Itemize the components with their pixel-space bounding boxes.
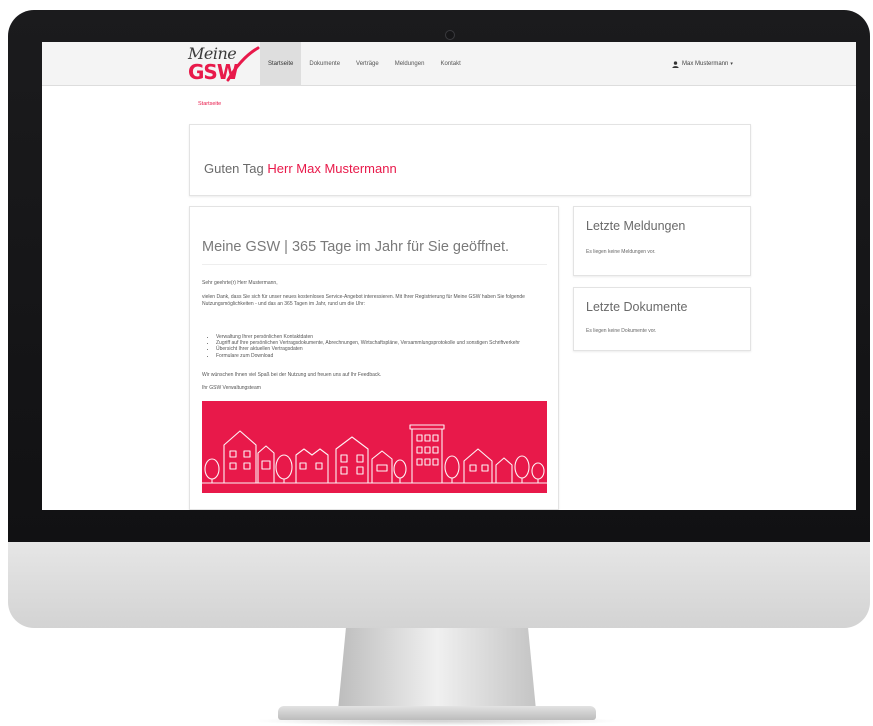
greeting-user-name: Herr Max Mustermann <box>267 161 397 176</box>
main-title: Meine GSW | 365 Tage im Jahr für Sie geö… <box>202 239 510 255</box>
caret-down-icon: ▾ <box>730 61 733 67</box>
latest-documents-panel: Letzte Dokumente Es liegen keine Dokumen… <box>573 287 751 351</box>
main-nav: Startseite Dokumente Verträge Meldungen … <box>260 42 469 86</box>
feature-item: Formulare zum Download <box>216 353 540 359</box>
houses-banner-image <box>202 401 547 493</box>
nav-meldungen[interactable]: Meldungen <box>387 42 433 86</box>
main-content-panel: Meine GSW | 365 Tage im Jahr für Sie geö… <box>189 206 559 510</box>
nav-label: Dokumente <box>309 61 341 67</box>
title-divider <box>202 264 547 265</box>
greeting-heading: Guten Tag Herr Max Mustermann <box>204 161 397 176</box>
feature-list: Verwaltung Ihrer persönlichen Kontaktdat… <box>210 334 540 359</box>
latest-documents-text: Es liegen keine Dokumente vor. <box>586 328 657 334</box>
welcome-panel: Guten Tag Herr Max Mustermann <box>189 124 751 196</box>
imac-monitor: Meine GSW Startseite Dokumente Verträge … <box>0 0 873 726</box>
top-navbar: Meine GSW Startseite Dokumente Verträge … <box>42 42 856 86</box>
user-icon <box>672 60 679 68</box>
nav-dokumente[interactable]: Dokumente <box>301 42 348 86</box>
latest-news-title: Letzte Meldungen <box>586 219 686 233</box>
nav-vertraege[interactable]: Verträge <box>348 42 387 86</box>
logo-swoosh-icon <box>226 46 260 82</box>
closing-text: Wir wünschen Ihnen viel Spaß bei der Nut… <box>202 372 382 378</box>
monitor-stand-neck <box>338 628 536 710</box>
nav-startseite[interactable]: Startseite <box>260 42 302 86</box>
meine-gsw-logo[interactable]: Meine GSW <box>188 44 260 84</box>
user-menu-dropdown[interactable]: Max Mustermann ▾ <box>672 42 733 86</box>
latest-documents-title: Letzte Dokumente <box>586 300 688 314</box>
latest-news-text: Es liegen keine Meldungen vor. <box>586 249 656 255</box>
browser-screen: Meine GSW Startseite Dokumente Verträge … <box>42 42 856 510</box>
nav-kontakt[interactable]: Kontakt <box>432 42 468 86</box>
latest-news-panel: Letzte Meldungen Es liegen keine Meldung… <box>573 206 751 276</box>
nav-label: Startseite <box>268 61 294 67</box>
nav-label: Kontakt <box>440 61 461 67</box>
signature-text: Ihr GSW Verwaltungsteam <box>202 385 261 391</box>
breadcrumb-startseite[interactable]: Startseite <box>198 101 221 107</box>
greeting-text: Guten Tag <box>204 161 264 176</box>
salutation-text: Sehr geehrte(r) Herr Mustermann, <box>202 280 278 286</box>
nav-label: Verträge <box>356 61 379 67</box>
monitor-chin <box>8 542 870 628</box>
houses-illustration <box>202 424 547 484</box>
intro-text: vielen Dank, dass Sie sich für unser neu… <box>202 294 525 307</box>
monitor-stand-base <box>278 706 596 720</box>
nav-label: Meldungen <box>394 61 425 67</box>
user-name: Max Mustermann <box>682 61 729 67</box>
camera-icon <box>445 30 455 40</box>
